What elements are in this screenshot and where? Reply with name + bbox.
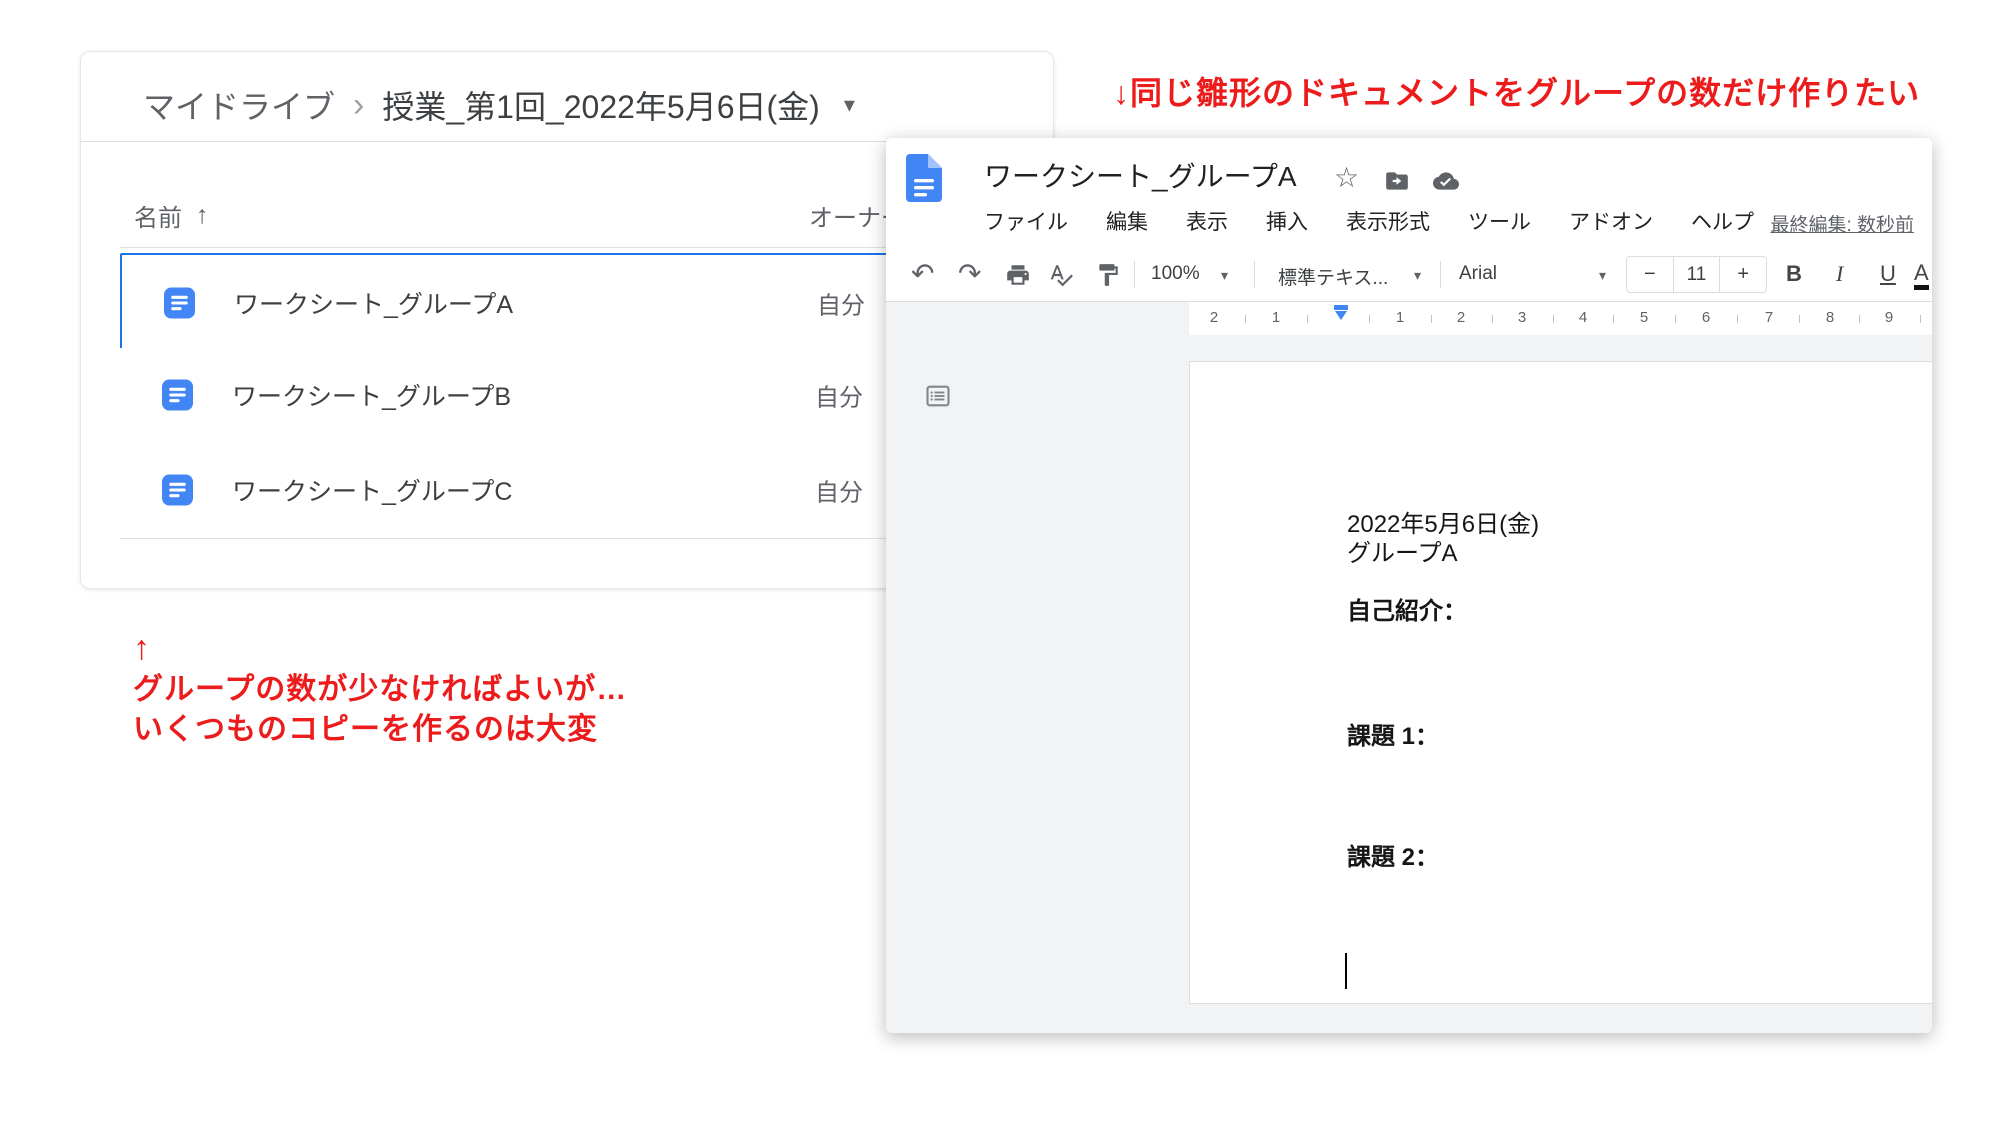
redo-icon[interactable]: ↷ (958, 256, 981, 292)
folder-menu-caret-icon[interactable]: ▾ (844, 92, 855, 118)
screenshot-root: マイドライブ › 授業_第1回_2022年5月6日(金) ▾ 名前 ↑ オーナー… (0, 0, 2000, 1125)
decrease-font-size-button[interactable]: − (1627, 263, 1673, 286)
document-outline-icon[interactable] (924, 382, 952, 410)
font-size-input[interactable]: 11 (1673, 257, 1721, 292)
undo-icon[interactable]: ↶ (911, 256, 934, 292)
ruler-number: 6 (1696, 309, 1716, 326)
ruler-number: 8 (1820, 309, 1840, 326)
ruler-number: 5 (1634, 309, 1654, 326)
ruler-tick (1369, 315, 1370, 323)
column-header-name[interactable]: 名前 ↑ (134, 198, 209, 233)
caret-down-icon[interactable]: ▾ (1414, 267, 1421, 284)
doc-line-task1: 課題 1： (1347, 722, 1439, 752)
ruler-tick (1799, 315, 1800, 323)
ruler-tick (1920, 315, 1921, 323)
font-family-select[interactable]: Arial (1459, 263, 1497, 285)
underline-button[interactable]: U (1880, 261, 1896, 287)
divider (1134, 261, 1135, 288)
last-edit-link[interactable]: 最終編集: 数秒前 (1770, 210, 1914, 237)
annotation-left-line1: グループの数が少なければよいが… (133, 670, 627, 710)
chevron-right-icon: › (353, 88, 364, 122)
google-docs-file-icon (162, 380, 193, 411)
text-cursor (1345, 953, 1347, 989)
first-line-indent-marker[interactable] (1334, 305, 1348, 310)
menu-edit[interactable]: 編集 (1106, 206, 1148, 236)
ruler-tick (1431, 315, 1432, 323)
breadcrumb-current-folder[interactable]: 授業_第1回_2022年5月6日(金) (382, 82, 820, 128)
ruler-tick (1245, 315, 1246, 323)
increase-font-size-button[interactable]: + (1720, 263, 1766, 286)
divider (1254, 261, 1255, 288)
ruler-number: 9 (1879, 309, 1899, 326)
ruler-number: 1 (1390, 309, 1410, 326)
ruler-tick (1859, 315, 1860, 323)
star-icon[interactable]: ☆ (1334, 164, 1359, 192)
menu-addons[interactable]: アドオン (1569, 206, 1653, 236)
annotation-left: ↑ グループの数が少なければよいが… いくつものコピーを作るのは大変 (133, 626, 627, 750)
bold-button[interactable]: B (1786, 261, 1802, 287)
file-name: ワークシート_グループC (232, 472, 512, 508)
spellcheck-icon[interactable] (1048, 262, 1074, 288)
ruler-tick (1737, 315, 1738, 323)
ruler-number: 1 (1266, 309, 1286, 326)
doc-line-date: 2022年5月6日(金) (1347, 510, 1539, 540)
italic-button[interactable]: I (1836, 261, 1843, 287)
doc-line-self-introduction: 自己紹介： (1347, 597, 1467, 627)
file-owner: 自分 (815, 378, 863, 413)
google-docs-file-icon (162, 475, 193, 506)
sort-ascending-icon[interactable]: ↑ (196, 201, 209, 230)
document-title[interactable]: ワークシート_グループA (984, 158, 1297, 196)
docs-window: ワークシート_グループA ☆ ファイル 編集 表示 挿入 表示形式 ツール アド… (886, 138, 1932, 1033)
breadcrumb-root[interactable]: マイドライブ (143, 82, 335, 128)
ruler-number: 7 (1759, 309, 1779, 326)
ruler-tick (1307, 315, 1308, 323)
move-to-folder-icon[interactable] (1384, 168, 1410, 194)
zoom-select[interactable]: 100% (1151, 263, 1200, 285)
menu-format[interactable]: 表示形式 (1346, 206, 1430, 236)
ruler-tick (1553, 315, 1554, 323)
annotation-up-arrow: ↑ (133, 626, 627, 670)
annotation-top: ↓同じ雛形のドキュメントをグループの数だけ作りたい (1113, 68, 1920, 114)
ruler-tick (1613, 315, 1614, 323)
ruler-number: 4 (1573, 309, 1593, 326)
divider (1440, 261, 1441, 288)
menu-tools[interactable]: ツール (1468, 206, 1531, 236)
doc-line-task2: 課題 2： (1347, 843, 1439, 873)
caret-down-icon[interactable]: ▾ (1599, 267, 1606, 284)
file-name: ワークシート_グループB (232, 377, 511, 413)
cloud-saved-icon[interactable] (1432, 168, 1460, 194)
file-owner: 自分 (817, 285, 865, 320)
breadcrumb: マイドライブ › 授業_第1回_2022年5月6日(金) ▾ (143, 80, 855, 130)
menu-help[interactable]: ヘルプ (1691, 206, 1754, 236)
docs-toolbar: ↶ ↷ 100% ▾ 標準テキス... ▾ Arial ▾ − 11 (886, 248, 1932, 302)
ruler-number: 3 (1512, 309, 1532, 326)
file-owner: 自分 (815, 473, 863, 508)
menu-insert[interactable]: 挿入 (1266, 206, 1308, 236)
document-page[interactable]: 2022年5月6日(金) グループA 自己紹介： 課題 1： 課題 2： (1189, 361, 1932, 1004)
ruler-tick (1675, 315, 1676, 323)
editor-area: 2022年5月6日(金) グループA 自己紹介： 課題 1： 課題 2： (886, 335, 1932, 1033)
menu-bar: ファイル 編集 表示 挿入 表示形式 ツール アドオン ヘルプ (984, 204, 1754, 238)
menu-file[interactable]: ファイル (984, 206, 1068, 236)
annotation-left-line2: いくつものコピーを作るのは大変 (133, 710, 627, 750)
google-docs-file-icon (164, 287, 195, 318)
paint-format-icon[interactable] (1095, 262, 1121, 288)
font-size-control: − 11 + (1626, 256, 1767, 293)
ruler: 2 1 1 2 3 4 5 6 7 8 9 (886, 302, 1932, 336)
ruler-number: 2 (1451, 309, 1471, 326)
ruler-number: 2 (1204, 309, 1224, 326)
text-color-button[interactable]: A (1914, 261, 1929, 290)
menu-view[interactable]: 表示 (1186, 206, 1228, 236)
paragraph-style-select[interactable]: 標準テキス... (1278, 263, 1388, 290)
column-name-label: 名前 (134, 198, 182, 233)
ruler-tick (1492, 315, 1493, 323)
doc-line-group: グループA (1347, 539, 1458, 569)
google-docs-app-icon[interactable] (906, 154, 942, 202)
left-indent-marker[interactable] (1335, 311, 1347, 320)
file-name: ワークシート_グループA (234, 285, 513, 321)
print-icon[interactable] (1005, 262, 1031, 288)
caret-down-icon[interactable]: ▾ (1221, 267, 1228, 284)
